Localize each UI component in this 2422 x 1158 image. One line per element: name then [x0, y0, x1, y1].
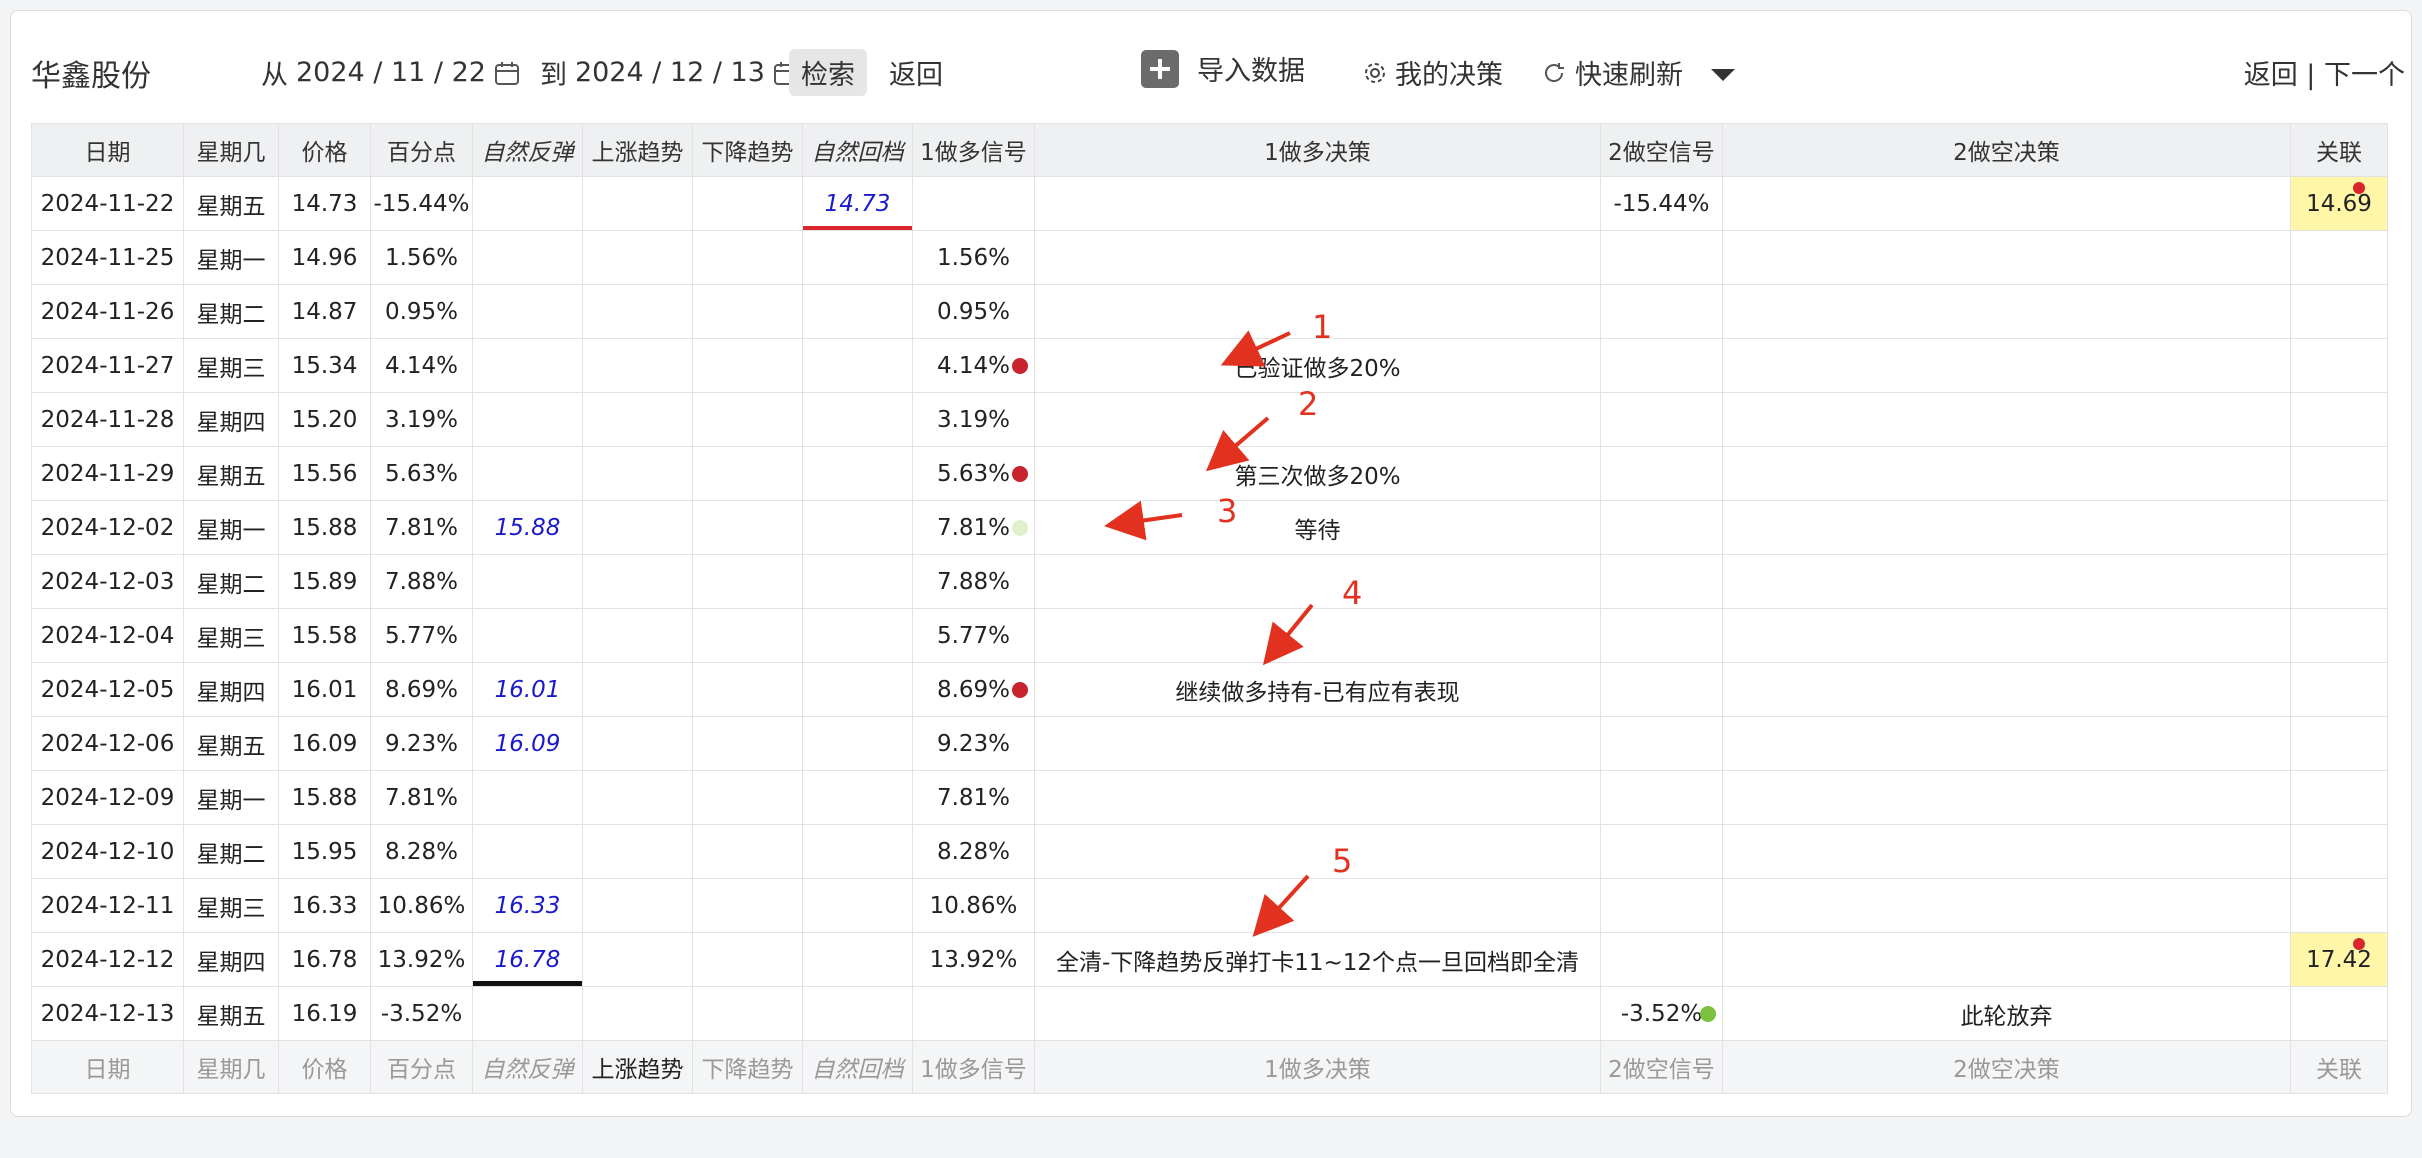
- annotation-arrow-3: [1104, 500, 1183, 541]
- annotation-arrow-2: [1205, 416, 1270, 472]
- annotation-arrows: [1104, 330, 1314, 937]
- annotation-arrow-5: [1252, 874, 1310, 937]
- annotation-arrow-1: [1220, 330, 1291, 367]
- annotation-arrow-4: [1262, 603, 1314, 666]
